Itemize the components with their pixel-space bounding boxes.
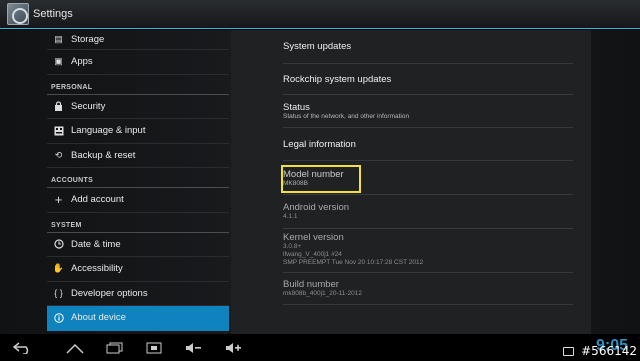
- pref-summary: 4.1.1: [283, 213, 298, 220]
- sidebar-item-storage[interactable]: ▤ Storage: [47, 30, 229, 50]
- watermark-text: #566142: [581, 344, 637, 358]
- home-icon[interactable]: [64, 340, 86, 356]
- category-personal: PERSONAL: [47, 75, 229, 95]
- storage-icon: ▤: [54, 34, 63, 44]
- pref-summary: lfwang_V_400j1 #24: [283, 251, 342, 258]
- sidebar-item-label: Backup & reset: [71, 149, 136, 161]
- sidebar-item-label: Apps: [71, 56, 93, 68]
- sidebar-item-developer-options[interactable]: { } Developer options: [47, 282, 229, 306]
- sidebar-item-about-device[interactable]: About device: [47, 306, 229, 331]
- sidebar-item-label: Date & time: [71, 238, 121, 250]
- lock-icon: [53, 101, 64, 112]
- braces-icon: { }: [54, 288, 63, 299]
- clock-icon: [53, 239, 64, 250]
- pref-title: Rockchip system updates: [283, 74, 392, 85]
- pref-title: Build number: [283, 279, 339, 290]
- apps-icon: ▣: [54, 56, 63, 67]
- pref-summary: Status of the network, and other informa…: [283, 113, 410, 120]
- sidebar-item-add-account[interactable]: + Add account: [47, 188, 229, 213]
- sidebar-item-label: About device: [71, 312, 126, 324]
- pref-kernel-version: Kernel version 3.0.8+ lfwang_V_400j1 #24…: [283, 229, 573, 273]
- restore-icon: ⟲: [54, 149, 63, 160]
- plus-icon: +: [54, 192, 63, 208]
- model-number-highlight-box: [281, 165, 361, 193]
- sidebar-item-date-time[interactable]: Date & time: [47, 233, 229, 257]
- pref-summary: mk808b_400j1_20-11-2012: [283, 290, 363, 297]
- pref-system-updates[interactable]: System updates: [283, 30, 573, 64]
- sidebar-item-accessibility[interactable]: ✋ Accessibility: [47, 257, 229, 282]
- sidebar-item-language-input[interactable]: Language & input: [47, 119, 229, 144]
- camera-icon: [563, 347, 574, 356]
- settings-header-list: ▤ Storage ▣ Apps PERSONAL Security Langu…: [47, 30, 229, 334]
- pref-status[interactable]: Status Status of the network, and other …: [283, 95, 573, 128]
- sidebar-item-label: Add account: [71, 194, 124, 206]
- sidebar-item-label: Storage: [71, 34, 105, 45]
- category-system: SYSTEM: [47, 213, 229, 233]
- pref-title: Kernel version: [283, 232, 344, 243]
- volume-up-icon[interactable]: [223, 340, 245, 356]
- action-bar: Settings: [0, 0, 640, 29]
- back-icon[interactable]: [12, 340, 34, 356]
- pref-summary: SMP PREEMPT Tue Nov 20 10:17:28 CST 2012: [283, 259, 424, 266]
- pref-legal-information[interactable]: Legal information: [283, 128, 573, 161]
- volume-down-icon[interactable]: [183, 340, 205, 356]
- settings-app-icon[interactable]: [7, 3, 29, 25]
- pref-title: System updates: [283, 41, 352, 52]
- pref-rockchip-updates[interactable]: Rockchip system updates: [283, 64, 573, 95]
- sidebar-item-label: Developer options: [71, 287, 148, 299]
- sidebar-item-backup-reset[interactable]: ⟲ Backup & reset: [47, 144, 229, 168]
- category-accounts: ACCOUNTS: [47, 168, 229, 188]
- keyboard-icon: [53, 125, 64, 136]
- pref-build-number: Build number mk808b_400j1_20-11-2012: [283, 273, 573, 305]
- pref-title: Status: [283, 102, 310, 113]
- sidebar-item-label: Security: [71, 100, 106, 112]
- pref-title: Android version: [283, 202, 350, 213]
- sidebar-item-label: Accessibility: [71, 263, 123, 275]
- recent-apps-icon[interactable]: [104, 340, 126, 356]
- sidebar-item-label: Language & input: [71, 125, 146, 137]
- screenshot-icon[interactable]: [143, 340, 165, 356]
- info-icon: [53, 312, 64, 323]
- sidebar-item-security[interactable]: Security: [47, 95, 229, 119]
- pref-summary: 3.0.8+: [283, 243, 302, 250]
- system-navigation-bar: 9:05 #566142: [0, 334, 640, 361]
- hand-icon: ✋: [52, 263, 65, 274]
- pref-android-version: Android version 4.1.1: [283, 195, 573, 229]
- pref-title: Legal information: [283, 139, 356, 150]
- actionbar-title: Settings: [33, 8, 73, 20]
- sidebar-item-apps[interactable]: ▣ Apps: [47, 50, 229, 75]
